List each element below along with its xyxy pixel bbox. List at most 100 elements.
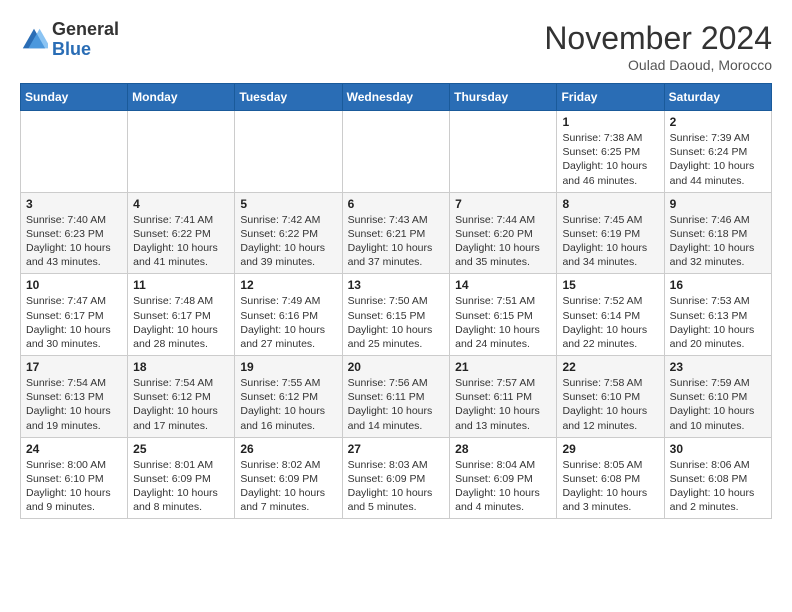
day-cell: 16 Sunrise: 7:53 AM Sunset: 6:13 PM Dayli…	[664, 274, 771, 356]
header-row: SundayMondayTuesdayWednesdayThursdayFrid…	[21, 84, 772, 111]
day-info: Sunrise: 7:56 AM Sunset: 6:11 PM Dayligh…	[348, 376, 445, 433]
day-info: Sunrise: 7:42 AM Sunset: 6:22 PM Dayligh…	[240, 213, 336, 270]
day-info: Sunrise: 7:40 AM Sunset: 6:23 PM Dayligh…	[26, 213, 122, 270]
day-info: Sunrise: 7:50 AM Sunset: 6:15 PM Dayligh…	[348, 294, 445, 351]
day-info: Sunrise: 7:49 AM Sunset: 6:16 PM Dayligh…	[240, 294, 336, 351]
day-cell: 2Sunrise: 7:39 AM Sunset: 6:24 PM Daylig…	[664, 111, 771, 193]
day-number: 25	[133, 442, 229, 456]
day-number: 29	[562, 442, 658, 456]
day-cell	[235, 111, 342, 193]
day-cell: 28 Sunrise: 8:04 AM Sunset: 6:09 PM Dayli…	[450, 437, 557, 519]
day-number: 19	[240, 360, 336, 374]
day-info: Sunrise: 7:59 AM Sunset: 6:10 PM Dayligh…	[670, 376, 766, 433]
day-cell	[450, 111, 557, 193]
day-number: 30	[670, 442, 766, 456]
day-cell: 23 Sunrise: 7:59 AM Sunset: 6:10 PM Dayli…	[664, 356, 771, 438]
day-info: Sunrise: 7:57 AM Sunset: 6:11 PM Dayligh…	[455, 376, 551, 433]
day-cell: 26 Sunrise: 8:02 AM Sunset: 6:09 PM Dayli…	[235, 437, 342, 519]
day-info: Sunrise: 8:06 AM Sunset: 6:08 PM Dayligh…	[670, 458, 766, 515]
day-number: 1	[562, 115, 658, 129]
day-info: Sunrise: 8:00 AM Sunset: 6:10 PM Dayligh…	[26, 458, 122, 515]
logo-icon	[20, 26, 48, 54]
day-info: Sunrise: 7:52 AM Sunset: 6:14 PM Dayligh…	[562, 294, 658, 351]
day-cell: 14 Sunrise: 7:51 AM Sunset: 6:15 PM Dayli…	[450, 274, 557, 356]
day-info: Sunrise: 7:48 AM Sunset: 6:17 PM Dayligh…	[133, 294, 229, 351]
day-info: Sunrise: 7:39 AM Sunset: 6:24 PM Dayligh…	[670, 131, 766, 188]
day-cell: 29 Sunrise: 8:05 AM Sunset: 6:08 PM Dayli…	[557, 437, 664, 519]
day-info: Sunrise: 7:54 AM Sunset: 6:12 PM Dayligh…	[133, 376, 229, 433]
day-number: 9	[670, 197, 766, 211]
week-row-2: 3 Sunrise: 7:40 AM Sunset: 6:23 PM Daylig…	[21, 192, 772, 274]
day-info: Sunrise: 8:05 AM Sunset: 6:08 PM Dayligh…	[562, 458, 658, 515]
day-info: Sunrise: 7:58 AM Sunset: 6:10 PM Dayligh…	[562, 376, 658, 433]
day-number: 16	[670, 278, 766, 292]
day-number: 6	[348, 197, 445, 211]
day-number: 4	[133, 197, 229, 211]
logo-blue: Blue	[52, 40, 119, 60]
day-number: 3	[26, 197, 122, 211]
day-number: 13	[348, 278, 445, 292]
col-header-sunday: Sunday	[21, 84, 128, 111]
day-info: Sunrise: 8:02 AM Sunset: 6:09 PM Dayligh…	[240, 458, 336, 515]
day-cell	[128, 111, 235, 193]
calendar-table: SundayMondayTuesdayWednesdayThursdayFrid…	[20, 83, 772, 519]
day-number: 14	[455, 278, 551, 292]
day-info: Sunrise: 7:51 AM Sunset: 6:15 PM Dayligh…	[455, 294, 551, 351]
day-number: 18	[133, 360, 229, 374]
day-info: Sunrise: 8:01 AM Sunset: 6:09 PM Dayligh…	[133, 458, 229, 515]
day-info: Sunrise: 7:54 AM Sunset: 6:13 PM Dayligh…	[26, 376, 122, 433]
day-cell: 19 Sunrise: 7:55 AM Sunset: 6:12 PM Dayli…	[235, 356, 342, 438]
day-number: 21	[455, 360, 551, 374]
day-info: Sunrise: 7:55 AM Sunset: 6:12 PM Dayligh…	[240, 376, 336, 433]
day-cell: 5 Sunrise: 7:42 AM Sunset: 6:22 PM Daylig…	[235, 192, 342, 274]
day-cell	[21, 111, 128, 193]
col-header-friday: Friday	[557, 84, 664, 111]
day-cell: 8 Sunrise: 7:45 AM Sunset: 6:19 PM Daylig…	[557, 192, 664, 274]
col-header-saturday: Saturday	[664, 84, 771, 111]
week-row-1: 1 Sunrise: 7:38 AM Sunset: 6:25 PM Daylig…	[21, 111, 772, 193]
day-cell: 24 Sunrise: 8:00 AM Sunset: 6:10 PM Dayli…	[21, 437, 128, 519]
day-cell: 12 Sunrise: 7:49 AM Sunset: 6:16 PM Dayli…	[235, 274, 342, 356]
col-header-thursday: Thursday	[450, 84, 557, 111]
day-number: 17	[26, 360, 122, 374]
day-number: 24	[26, 442, 122, 456]
day-info: Sunrise: 8:04 AM Sunset: 6:09 PM Dayligh…	[455, 458, 551, 515]
day-number: 10	[26, 278, 122, 292]
day-number: 23	[670, 360, 766, 374]
title-section: November 2024 Oulad Daoud, Morocco	[544, 20, 772, 73]
col-header-wednesday: Wednesday	[342, 84, 450, 111]
day-info: Sunrise: 7:45 AM Sunset: 6:19 PM Dayligh…	[562, 213, 658, 270]
day-info: Sunrise: 7:53 AM Sunset: 6:13 PM Dayligh…	[670, 294, 766, 351]
location-subtitle: Oulad Daoud, Morocco	[544, 57, 772, 73]
week-row-3: 10Sunrise: 7:47 AM Sunset: 6:17 PM Dayli…	[21, 274, 772, 356]
day-cell: 25 Sunrise: 8:01 AM Sunset: 6:09 PM Dayli…	[128, 437, 235, 519]
day-number: 7	[455, 197, 551, 211]
day-cell: 18 Sunrise: 7:54 AM Sunset: 6:12 PM Dayli…	[128, 356, 235, 438]
day-cell: 27Sunrise: 8:03 AM Sunset: 6:09 PM Dayli…	[342, 437, 450, 519]
day-number: 15	[562, 278, 658, 292]
week-row-5: 24 Sunrise: 8:00 AM Sunset: 6:10 PM Dayli…	[21, 437, 772, 519]
day-number: 5	[240, 197, 336, 211]
day-cell: 20 Sunrise: 7:56 AM Sunset: 6:11 PM Dayli…	[342, 356, 450, 438]
day-cell: 17 Sunrise: 7:54 AM Sunset: 6:13 PM Dayli…	[21, 356, 128, 438]
week-row-4: 17 Sunrise: 7:54 AM Sunset: 6:13 PM Dayli…	[21, 356, 772, 438]
logo-text: General Blue	[52, 20, 119, 60]
day-info: Sunrise: 7:41 AM Sunset: 6:22 PM Dayligh…	[133, 213, 229, 270]
day-cell: 7 Sunrise: 7:44 AM Sunset: 6:20 PM Daylig…	[450, 192, 557, 274]
day-info: Sunrise: 7:46 AM Sunset: 6:18 PM Dayligh…	[670, 213, 766, 270]
day-cell: 22 Sunrise: 7:58 AM Sunset: 6:10 PM Dayli…	[557, 356, 664, 438]
day-number: 12	[240, 278, 336, 292]
day-number: 28	[455, 442, 551, 456]
header: General Blue November 2024 Oulad Daoud, …	[20, 20, 772, 73]
day-number: 26	[240, 442, 336, 456]
day-number: 20	[348, 360, 445, 374]
day-cell: 3 Sunrise: 7:40 AM Sunset: 6:23 PM Daylig…	[21, 192, 128, 274]
day-info: Sunrise: 7:38 AM Sunset: 6:25 PM Dayligh…	[562, 131, 658, 188]
day-cell: 9 Sunrise: 7:46 AM Sunset: 6:18 PM Daylig…	[664, 192, 771, 274]
day-cell: 30 Sunrise: 8:06 AM Sunset: 6:08 PM Dayli…	[664, 437, 771, 519]
day-info: Sunrise: 7:44 AM Sunset: 6:20 PM Dayligh…	[455, 213, 551, 270]
day-number: 8	[562, 197, 658, 211]
day-number: 22	[562, 360, 658, 374]
day-info: Sunrise: 7:43 AM Sunset: 6:21 PM Dayligh…	[348, 213, 445, 270]
day-cell: 1 Sunrise: 7:38 AM Sunset: 6:25 PM Daylig…	[557, 111, 664, 193]
